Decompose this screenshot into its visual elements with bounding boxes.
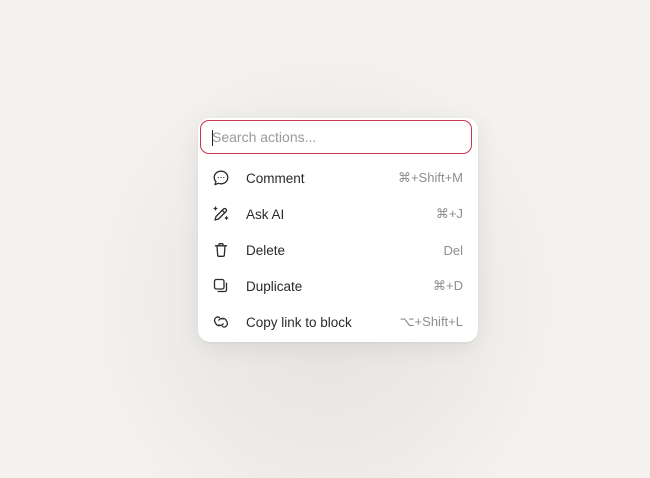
action-label: Delete [246,242,286,258]
search-box[interactable] [200,120,472,154]
text-caret [212,130,213,146]
search-input[interactable] [201,121,471,153]
link-icon [212,313,230,331]
action-label: Copy link to block [246,314,352,330]
action-label: Ask AI [246,206,285,222]
comment-icon [212,169,230,187]
action-shortcut: Del [443,242,463,258]
action-label: Duplicate [246,278,303,294]
action-item-duplicate[interactable]: Duplicate ⌘+D [198,268,478,304]
action-menu: Comment ⌘+Shift+M Ask AI ⌘+J [198,118,478,342]
trash-icon [212,241,230,259]
action-list: Comment ⌘+Shift+M Ask AI ⌘+J Delete Del … [198,160,478,340]
duplicate-icon [212,277,230,295]
action-shortcut: ⌥+Shift+L [399,314,463,329]
action-shortcut: ⌘+D [433,278,463,293]
action-item-delete[interactable]: Delete Del [198,232,478,268]
magic-pen-icon [212,205,230,223]
action-item-ask-ai[interactable]: Ask AI ⌘+J [198,196,478,232]
action-label: Comment [246,170,305,186]
action-shortcut: ⌘+Shift+M [397,170,463,185]
action-item-comment[interactable]: Comment ⌘+Shift+M [198,160,478,196]
action-item-copy-link[interactable]: Copy link to block ⌥+Shift+L [198,304,478,340]
action-shortcut: ⌘+J [435,206,463,221]
